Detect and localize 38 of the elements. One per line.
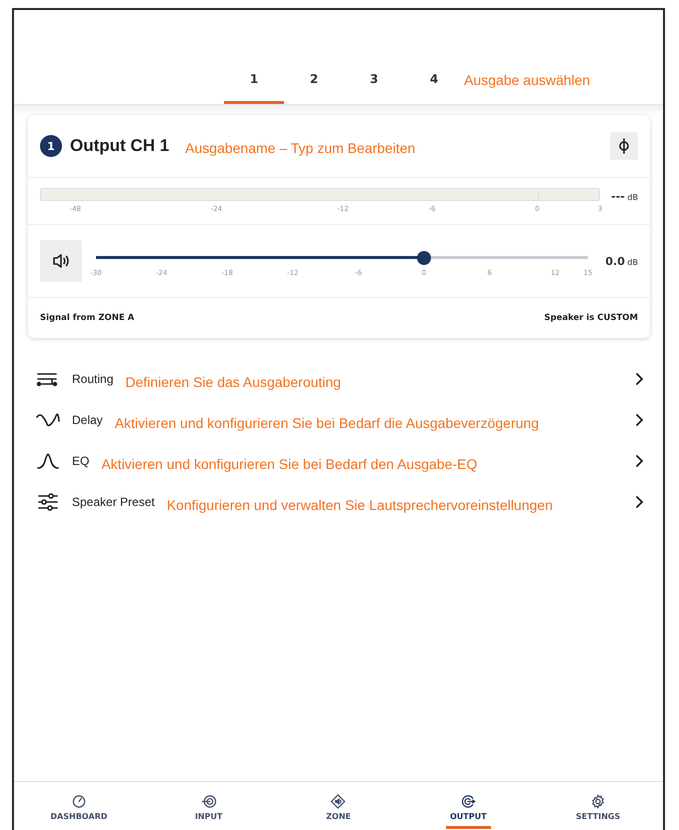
annotation: Konfigurieren und verwalten Sie Lautsprechervoreinstellungen [166, 496, 554, 512]
menu-item[interactable]: Speaker Preset [72, 494, 155, 508]
phase-button[interactable] [610, 132, 638, 160]
tab[interactable]: 2 [284, 64, 344, 104]
menu-item[interactable]: EQ [72, 454, 90, 468]
nav-tab[interactable]: OUTPUT [403, 782, 534, 830]
channel-number: 1 [40, 135, 62, 157]
chevron-icon [634, 412, 644, 426]
annotation: Ausgabe auswählen [464, 72, 590, 88]
nav-tab[interactable]: SETTINGS [533, 782, 663, 830]
mute-button[interactable] [40, 240, 82, 282]
target-arrow-icon [460, 794, 476, 809]
diamond-speaker-icon [330, 794, 346, 809]
nav-tab[interactable]: ZONE [274, 782, 404, 830]
gauge-icon [70, 794, 87, 809]
phase-icon [618, 138, 630, 154]
tab[interactable]: 4 [404, 64, 464, 104]
volume-reading: 0.0 dB [604, 254, 638, 268]
annotation: Aktivieren und konfigurieren Sie bei Bedarf den Ausgabe-EQ [101, 456, 478, 472]
annotation: Ausgabename – Typ zum Bearbeiten [185, 140, 416, 156]
tab[interactable]: 3 [344, 64, 404, 104]
menu-item[interactable]: Delay [72, 412, 103, 426]
chevron-icon [634, 372, 644, 386]
bell-curve-icon [36, 450, 60, 470]
sliders-icon [36, 492, 60, 512]
output-name[interactable]: Output CH 1 [70, 136, 170, 156]
speaker-type: Speaker is CUSTOM [544, 313, 638, 323]
nav-tab[interactable]: DASHBOARD [14, 782, 144, 830]
nav-tab[interactable]: INPUT [144, 782, 274, 830]
settings-icon [590, 794, 606, 809]
signal-source: Signal from ZONE A [40, 313, 134, 323]
annotation: Definieren Sie das Ausgaberouting [125, 374, 342, 390]
speaker-icon [52, 253, 70, 269]
slider-thumb[interactable] [417, 251, 432, 265]
menu-item[interactable]: Routing [72, 372, 114, 386]
chevron-icon [634, 494, 644, 508]
annotation: Aktivieren und konfigurieren Sie bei Bedarf die Ausgabeverzögerung [114, 414, 540, 430]
chevron-icon [634, 454, 644, 468]
